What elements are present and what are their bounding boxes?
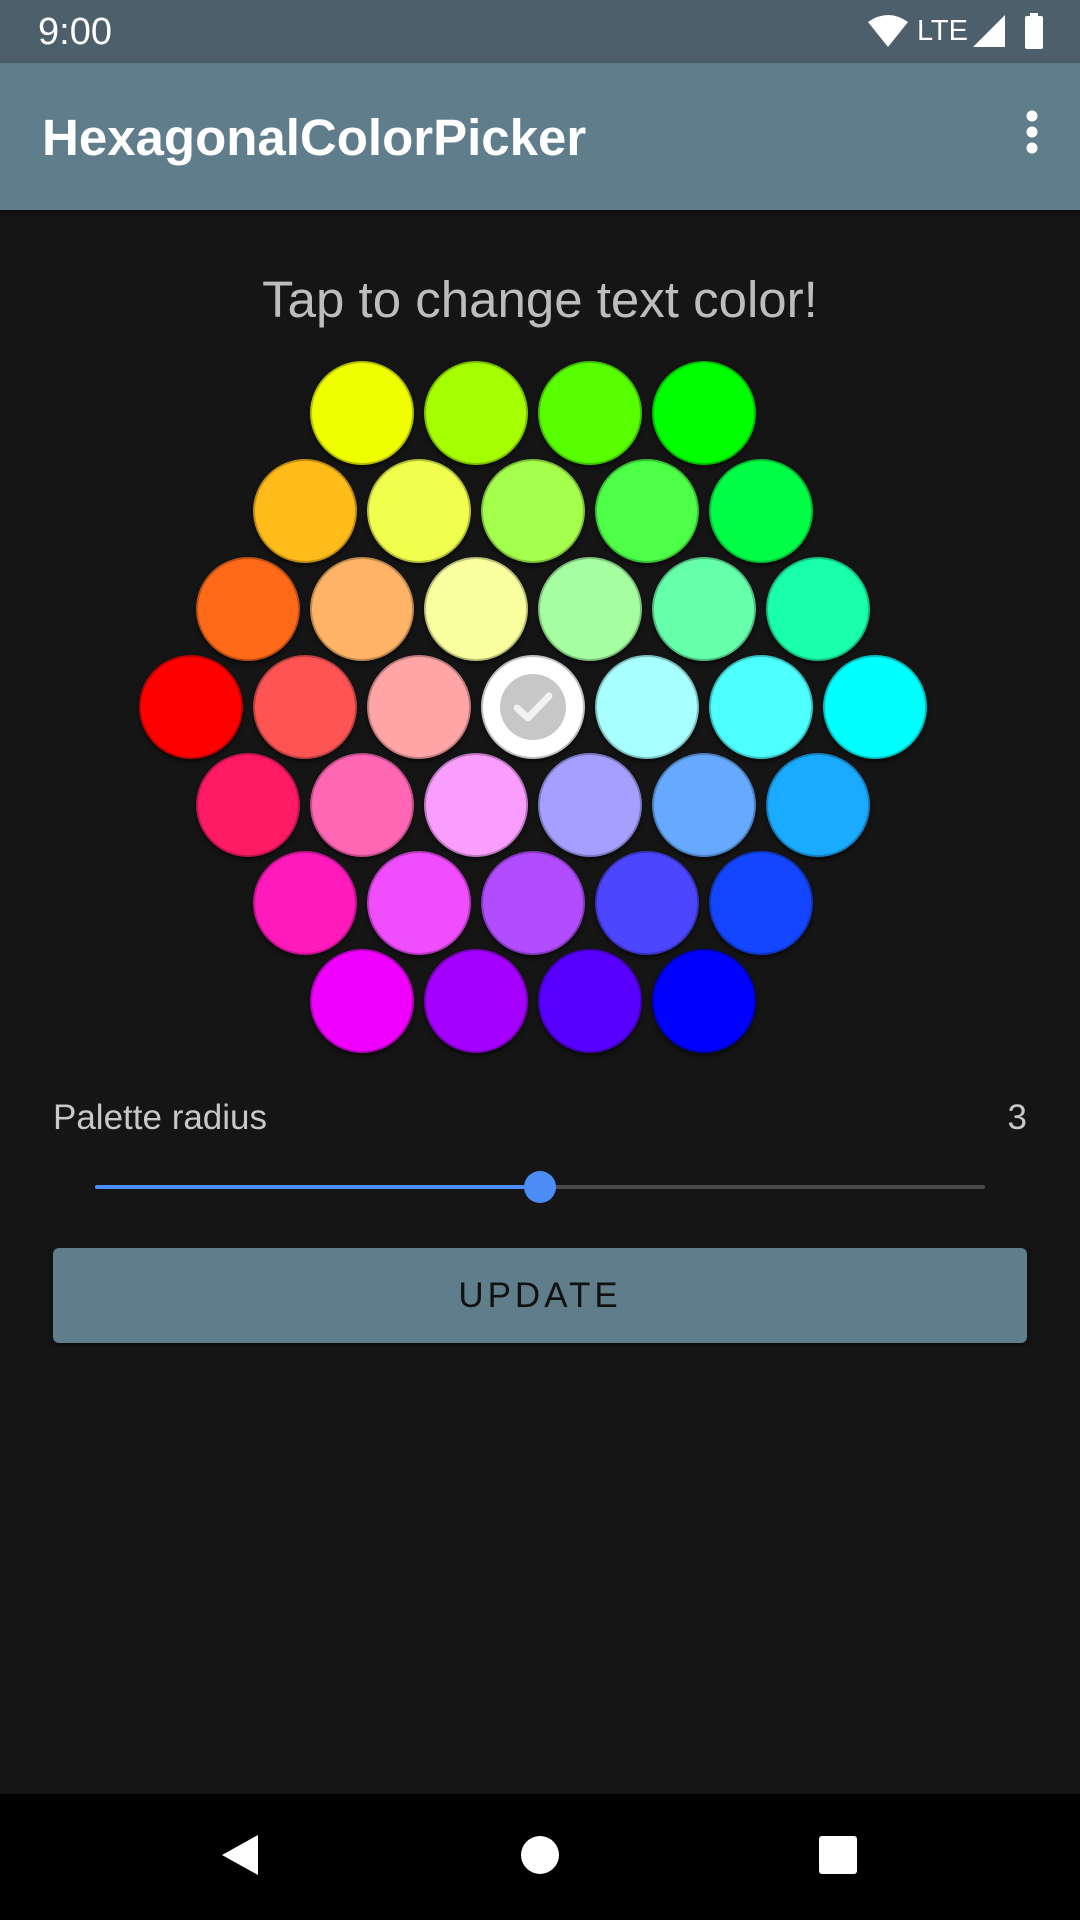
color-swatch[interactable] — [823, 655, 927, 759]
color-swatch[interactable] — [310, 949, 414, 1053]
color-swatch[interactable] — [652, 949, 756, 1053]
color-swatch[interactable] — [538, 361, 642, 465]
color-swatch[interactable] — [424, 949, 528, 1053]
home-circle-icon — [520, 1835, 560, 1880]
color-swatch[interactable] — [310, 753, 414, 857]
color-swatch[interactable] — [766, 753, 870, 857]
cell-signal-icon — [972, 14, 1006, 48]
color-swatch[interactable] — [709, 459, 813, 563]
color-swatch[interactable] — [481, 851, 585, 955]
hexagonal-color-palette — [0, 350, 1080, 1070]
color-swatch[interactable] — [538, 949, 642, 1053]
color-swatch[interactable] — [595, 459, 699, 563]
color-swatch[interactable] — [652, 557, 756, 661]
color-swatch[interactable] — [595, 851, 699, 955]
app-bar: HexagonalColorPicker — [0, 63, 1080, 210]
more-vert-icon — [1025, 110, 1039, 159]
color-swatch[interactable] — [424, 361, 528, 465]
color-swatch[interactable] — [310, 361, 414, 465]
color-swatch[interactable] — [709, 851, 813, 955]
color-swatch[interactable] — [310, 557, 414, 661]
color-swatch[interactable] — [139, 655, 243, 759]
color-swatch[interactable] — [367, 851, 471, 955]
color-swatch[interactable] — [196, 753, 300, 857]
selected-check-badge — [500, 674, 566, 740]
status-icons: LTE — [867, 12, 1044, 50]
recents-square-icon — [818, 1835, 858, 1880]
palette-radius-label: Palette radius — [53, 1098, 268, 1137]
network-type-label: LTE — [916, 15, 968, 47]
color-swatch[interactable] — [538, 753, 642, 857]
slider-thumb[interactable] — [524, 1171, 556, 1203]
battery-icon — [1024, 13, 1044, 49]
color-swatch[interactable] — [424, 557, 528, 661]
color-swatch[interactable] — [367, 459, 471, 563]
home-button[interactable] — [510, 1827, 570, 1887]
wifi-icon — [867, 14, 909, 48]
color-swatch[interactable] — [652, 361, 756, 465]
color-swatch[interactable] — [595, 655, 699, 759]
color-swatch[interactable] — [253, 655, 357, 759]
palette-radius-value: 3 — [1007, 1098, 1027, 1137]
color-swatch[interactable] — [424, 753, 528, 857]
color-swatch[interactable] — [538, 557, 642, 661]
overflow-menu-button[interactable] — [992, 94, 1072, 174]
color-swatch[interactable] — [481, 459, 585, 563]
color-swatch[interactable] — [709, 655, 813, 759]
color-swatch[interactable] — [367, 655, 471, 759]
recents-button[interactable] — [808, 1827, 868, 1887]
status-bar: 9:00 LTE — [0, 0, 1080, 63]
color-swatch[interactable] — [253, 459, 357, 563]
update-button[interactable]: UPDATE — [53, 1248, 1027, 1343]
status-time: 9:00 — [38, 11, 112, 53]
color-swatch[interactable] — [253, 851, 357, 955]
palette-radius-slider[interactable] — [95, 1167, 985, 1207]
color-swatch[interactable] — [196, 557, 300, 661]
system-nav-bar — [0, 1794, 1080, 1920]
color-swatch[interactable] — [481, 655, 585, 759]
slider-fill — [95, 1185, 540, 1189]
back-triangle-icon — [218, 1831, 262, 1884]
color-prompt-text: Tap to change text color! — [262, 271, 818, 328]
check-icon — [513, 692, 553, 722]
back-button[interactable] — [210, 1827, 270, 1887]
color-swatch[interactable] — [652, 753, 756, 857]
app-title: HexagonalColorPicker — [42, 109, 587, 166]
color-swatch[interactable] — [766, 557, 870, 661]
